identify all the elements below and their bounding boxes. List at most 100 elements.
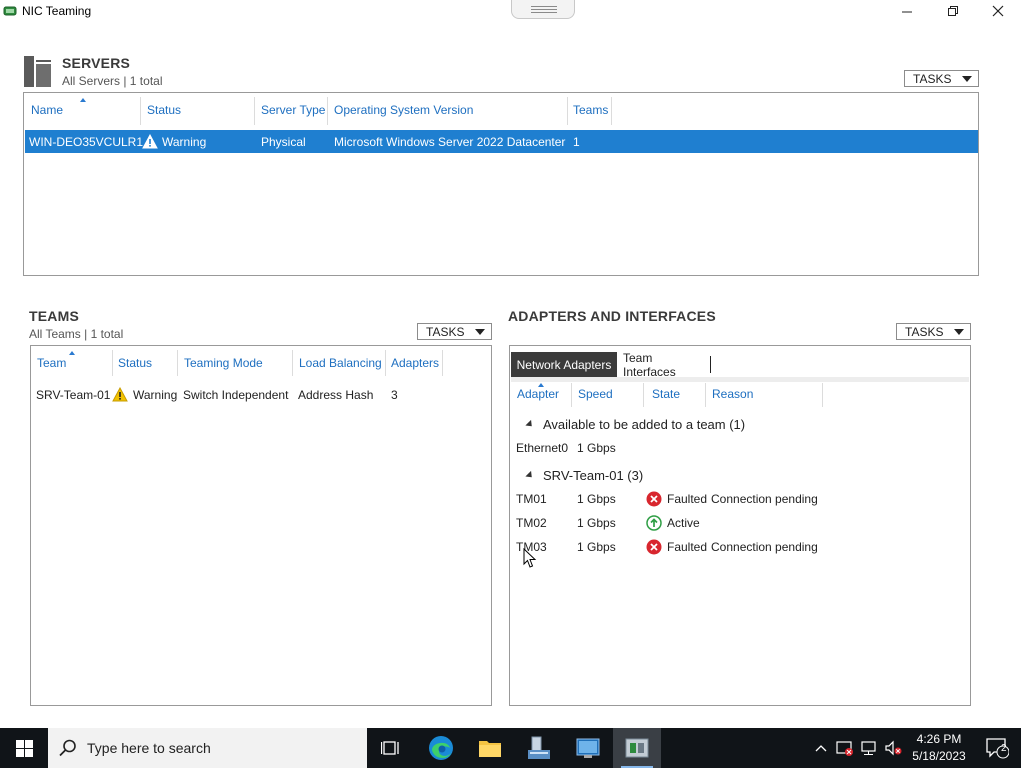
chevron-down-icon (962, 76, 972, 82)
adapters-title: ADAPTERS AND INTERFACES (508, 308, 716, 324)
server-manager-button[interactable] (515, 728, 563, 768)
adapter-speed: 1 Gbps (577, 540, 616, 554)
group-header-srv-team[interactable]: SRV-Team-01 (3) (510, 466, 968, 486)
windows-logo-icon (15, 739, 33, 757)
restore-button[interactable] (930, 0, 976, 22)
adapter-state: Faulted (667, 492, 708, 506)
list-item[interactable]: Ethernet0 1 Gbps (510, 438, 968, 458)
adapters-tasks-dropdown[interactable]: TASKS (896, 323, 971, 340)
column-divider (442, 350, 443, 376)
sort-ascending-icon (69, 351, 75, 355)
list-item[interactable]: TM02 1 Gbps Active (510, 513, 968, 533)
edge-browser-button[interactable] (417, 728, 465, 768)
sort-ascending-icon (80, 98, 86, 102)
start-button[interactable] (0, 728, 48, 768)
nic-teaming-app-icon (3, 6, 17, 16)
group-header-available[interactable]: Available to be added to a team (1) (510, 415, 968, 435)
control-panel-icon (576, 738, 600, 758)
nic-teaming-taskbar-button[interactable] (613, 728, 661, 768)
tab-team-interfaces[interactable]: Team Interfaces (623, 351, 676, 379)
mouse-pointer-icon (523, 548, 537, 568)
column-header-state[interactable]: State (652, 387, 680, 401)
table-row[interactable]: SRV-Team-01 Warning Switch Independent A… (32, 383, 490, 405)
nic-teaming-icon (625, 738, 649, 758)
column-header-status[interactable]: Status (118, 356, 152, 370)
column-header-adapters[interactable]: Adapters (391, 356, 439, 370)
sort-ascending-icon (538, 383, 544, 387)
column-header-status[interactable]: Status (147, 103, 181, 117)
column-header-load-balancing[interactable]: Load Balancing (299, 356, 382, 370)
teams-tasks-label: TASKS (426, 324, 465, 339)
server-status: Warning (162, 135, 207, 149)
task-view-button[interactable] (367, 728, 415, 768)
column-header-os-version[interactable]: Operating System Version (334, 103, 473, 117)
adapter-name: TM02 (516, 516, 547, 530)
tab-network-adapters[interactable]: Network Adapters (511, 352, 617, 378)
column-divider (254, 97, 255, 125)
adapter-speed: 1 Gbps (577, 441, 616, 455)
volume-muted-icon (885, 740, 902, 756)
chevron-down-icon (475, 329, 485, 335)
security-tray-button[interactable] (834, 728, 856, 768)
notification-count-badge: 2 (1001, 743, 1007, 754)
server-type: Physical (261, 135, 306, 149)
column-header-reason[interactable]: Reason (712, 387, 753, 401)
clock[interactable]: 4:26 PM 5/18/2023 (908, 731, 970, 765)
network-tray-button[interactable] (858, 728, 880, 768)
list-item[interactable]: TM03 1 Gbps Faulted Connection pending (510, 537, 968, 557)
column-header-adapter[interactable]: Adapter (517, 387, 559, 401)
show-hidden-icons-button[interactable] (810, 728, 832, 768)
column-divider (567, 97, 568, 125)
server-teams: 1 (573, 135, 580, 149)
group-label: SRV-Team-01 (3) (543, 468, 644, 483)
chevron-down-icon (954, 329, 964, 335)
volume-tray-button[interactable] (882, 728, 904, 768)
column-divider (140, 97, 141, 125)
file-explorer-button[interactable] (466, 728, 514, 768)
list-item[interactable]: TM01 1 Gbps Faulted Connection pending (510, 489, 968, 509)
column-header-teaming-mode[interactable]: Teaming Mode (184, 356, 263, 370)
column-divider (822, 383, 823, 407)
servers-icon (24, 56, 51, 87)
close-button[interactable] (975, 0, 1021, 22)
minimize-button[interactable] (884, 0, 930, 22)
taskbar-search-box[interactable]: Type here to search (48, 728, 367, 768)
adapter-speed: 1 Gbps (577, 492, 616, 506)
search-icon (59, 739, 76, 757)
collapse-triangle-icon (525, 419, 535, 430)
error-icon (646, 539, 662, 555)
column-header-server-type[interactable]: Server Type (261, 103, 325, 117)
control-panel-button[interactable] (564, 728, 612, 768)
notifications-button[interactable]: 2 (973, 728, 1021, 768)
taskbar: Type here to search 4:26 PM 5/18/2023 2 (0, 728, 1021, 768)
servers-tasks-dropdown[interactable]: TASKS (904, 70, 979, 87)
column-divider (643, 383, 644, 407)
window-grip-handle[interactable] (511, 0, 575, 19)
team-mode: Switch Independent (183, 388, 289, 402)
column-header-name[interactable]: Name (31, 103, 63, 117)
warning-icon (142, 134, 158, 149)
column-header-team[interactable]: Team (37, 356, 66, 370)
column-header-speed[interactable]: Speed (578, 387, 613, 401)
server-os: Microsoft Windows Server 2022 Datacenter (334, 135, 566, 149)
warning-icon (112, 387, 128, 402)
minimize-icon (901, 11, 912, 12)
column-divider (112, 350, 113, 376)
text-cursor (710, 356, 711, 373)
server-manager-icon (528, 736, 550, 759)
teams-title: TEAMS (29, 308, 79, 324)
group-label: Available to be added to a team (1) (543, 417, 746, 432)
edge-icon (429, 736, 453, 760)
table-row[interactable]: WIN-DEO35VCULR1 Warning Physical Microso… (25, 130, 978, 153)
column-divider (385, 350, 386, 376)
teams-subtitle: All Teams | 1 total (29, 327, 124, 341)
team-adapters: 3 (391, 388, 398, 402)
column-header-teams[interactable]: Teams (573, 103, 608, 117)
title-bar: NIC Teaming (0, 0, 1021, 24)
column-divider (327, 97, 328, 125)
clock-time: 4:26 PM (916, 732, 962, 746)
teams-tasks-dropdown[interactable]: TASKS (417, 323, 492, 340)
team-load-balancing: Address Hash (298, 388, 374, 402)
column-divider (705, 383, 706, 407)
active-icon (646, 515, 662, 531)
